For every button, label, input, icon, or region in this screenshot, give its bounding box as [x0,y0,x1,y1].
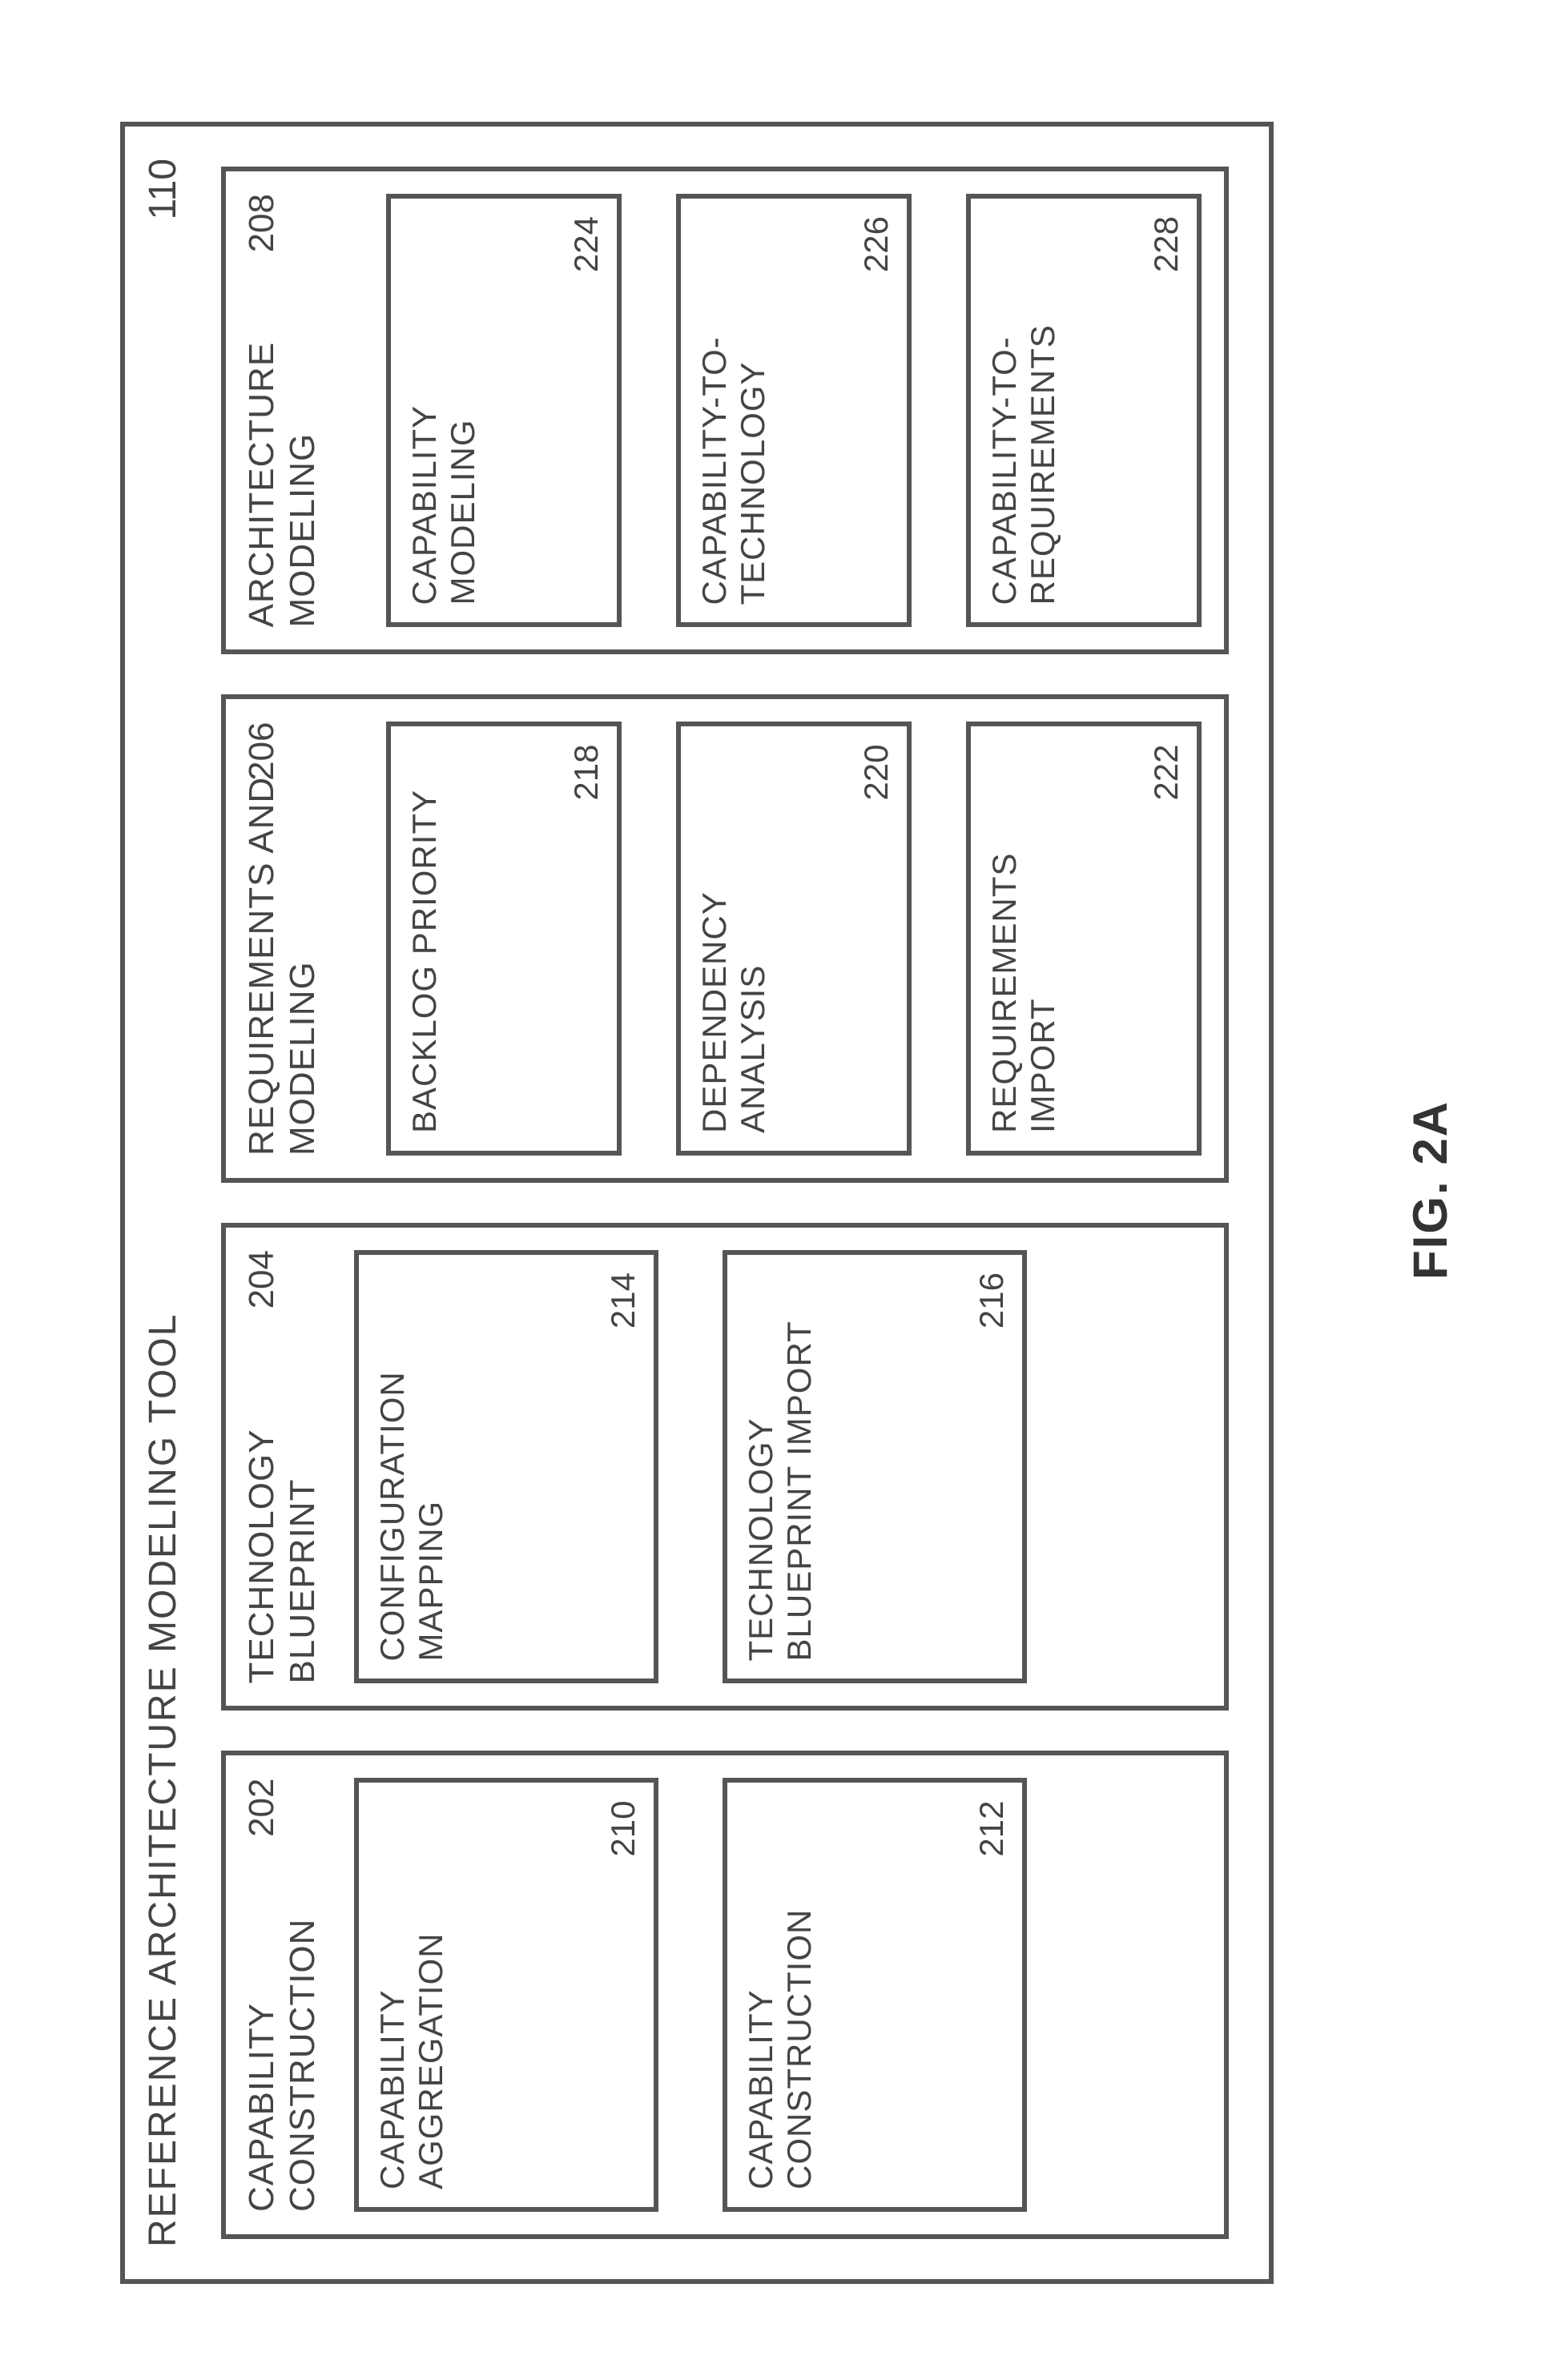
sub-requirements-import: REQUIREMENTS IMPORT 222 [966,722,1202,1156]
sub-number: 228 [1147,216,1186,272]
sub-number: 220 [857,745,896,801]
sub-capability-to-technology: CAPABILITY-TO-TECHNOLOGY 226 [676,194,912,628]
outer-frame: REFERENCE ARCHITECTURE MODELING TOOL 110… [120,122,1274,2284]
sub-backlog-priority: BACKLOG PRIORITY 218 [386,722,622,1156]
outer-number: 110 [141,159,185,220]
col-capability-construction: CAPABILITY CONSTRUCTION 202 CAPABILITY A… [221,1751,1229,2240]
sub-number: 216 [972,1272,1011,1329]
col-title: TECHNOLOGY BLUEPRINT [242,1250,323,1684]
col-number: 206 [242,722,282,781]
sub-title: CAPABILITY CONSTRUCTION [742,1801,819,2190]
sub-number: 212 [972,1801,1011,1857]
col-technology-blueprint: TECHNOLOGY BLUEPRINT 204 CONFIGURATION M… [221,1223,1229,1711]
figure-caption: FIG. 2A [1403,0,1458,2380]
sub-number: 210 [604,1801,642,1857]
sub-dependency-analysis: DEPENDENCY ANALYSIS 220 [676,722,912,1156]
sub-capability-to-requirements: CAPABILITY-TO-REQUIREMENTS 228 [966,194,1202,628]
sub-title: CAPABILITY AGGREGATION [373,1801,451,2190]
col-title: REQUIREMENTS AND MODELING [242,722,323,1156]
sub-title: CONFIGURATION MAPPING [373,1272,451,1662]
outer-title: REFERENCE ARCHITECTURE MODELING TOOL [141,1313,185,2247]
sub-configuration-mapping: CONFIGURATION MAPPING 214 [354,1250,658,1684]
col-architecture-modeling: ARCHITECTURE MODELING 208 CAPABILITY MOD… [221,167,1229,655]
sub-capability-construction: CAPABILITY CONSTRUCTION 212 [723,1779,1027,2213]
sub-technology-blueprint-import: TECHNOLOGY BLUEPRINT IMPORT 216 [723,1250,1027,1684]
sub-number: 218 [567,745,606,801]
col-number: 204 [242,1250,282,1309]
sub-title: BACKLOG PRIORITY [405,745,444,1134]
sub-title: CAPABILITY-TO-REQUIREMENTS [985,216,1063,605]
sub-title: CAPABILITY-TO-TECHNOLOGY [695,216,773,605]
sub-title: REQUIREMENTS IMPORT [985,745,1063,1134]
col-number: 208 [242,194,282,252]
sub-title: TECHNOLOGY BLUEPRINT IMPORT [742,1272,819,1662]
col-requirements-modeling: REQUIREMENTS AND MODELING 206 BACKLOG PR… [221,695,1229,1184]
columns: CAPABILITY CONSTRUCTION 202 CAPABILITY A… [221,167,1229,2239]
col-number: 202 [242,1779,282,1837]
col-title: ARCHITECTURE MODELING [242,194,323,628]
sub-capability-aggregation: CAPABILITY AGGREGATION 210 [354,1779,658,2213]
col-title: CAPABILITY CONSTRUCTION [242,1779,323,2213]
sub-number: 222 [1147,745,1186,801]
sub-title: CAPABILITY MODELING [405,216,483,605]
sub-capability-modeling: CAPABILITY MODELING 224 [386,194,622,628]
sub-number: 214 [604,1272,642,1329]
sub-number: 224 [567,216,606,272]
sub-number: 226 [857,216,896,272]
sub-title: DEPENDENCY ANALYSIS [695,745,773,1134]
